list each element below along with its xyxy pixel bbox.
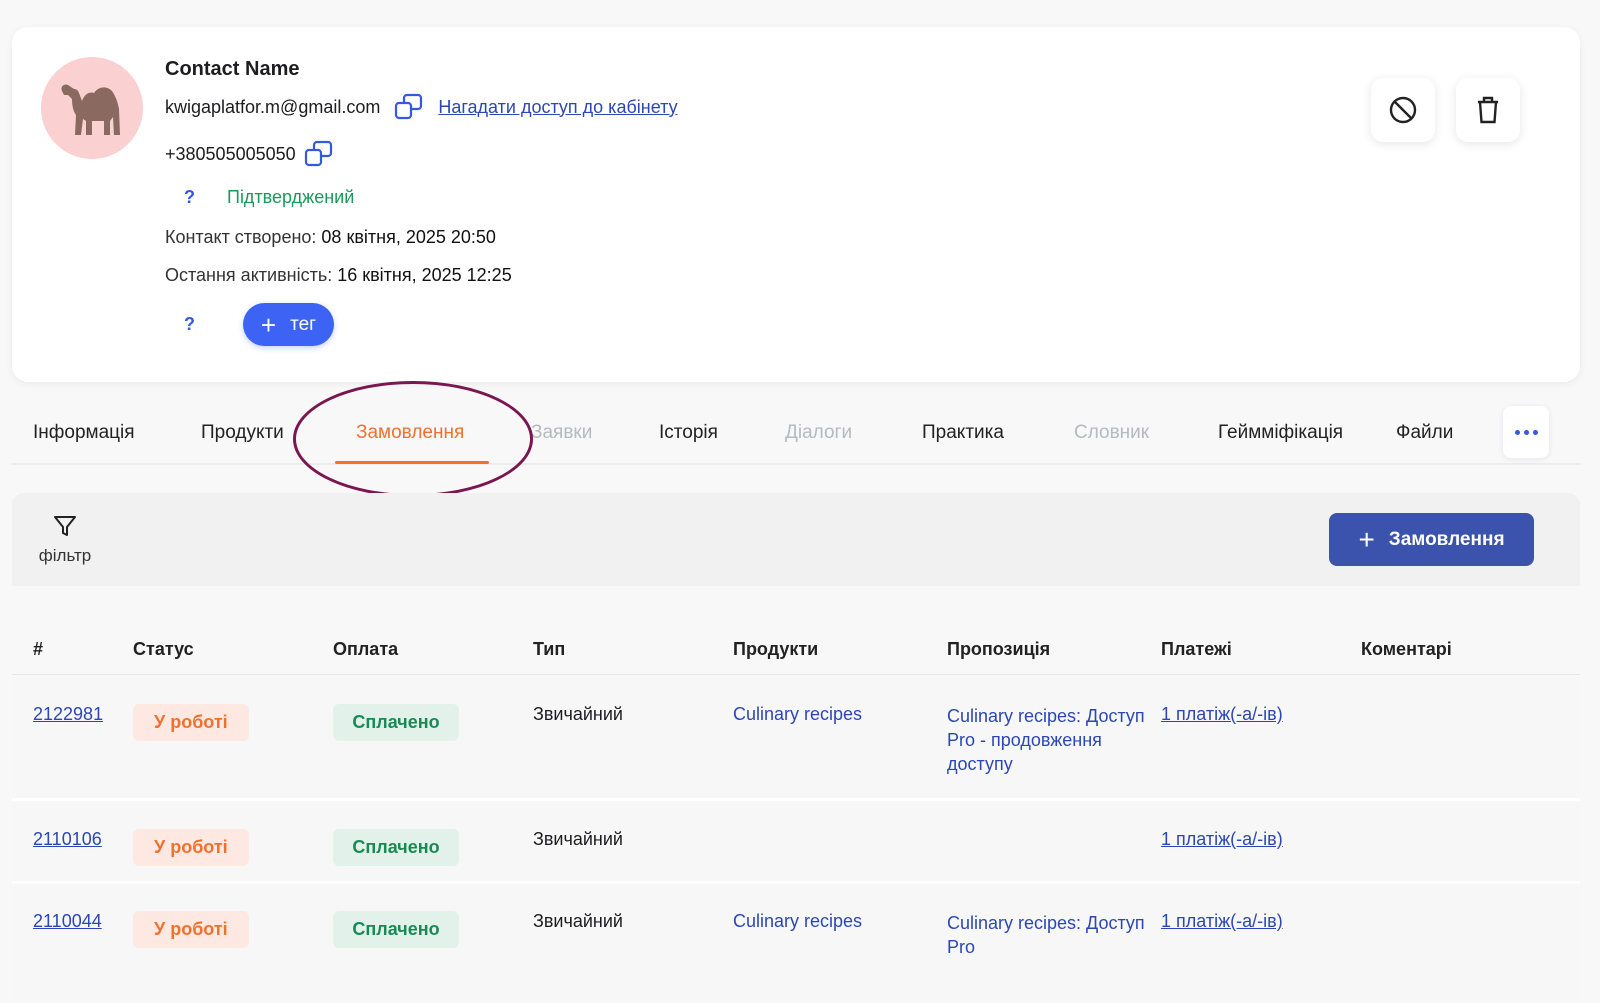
- order-offer: Culinary recipes: Доступ Pro: [947, 913, 1145, 957]
- tab-orders[interactable]: Замовлення: [356, 422, 464, 444]
- table-row: 2110044 У роботі Сплачено Звичайний Culi…: [12, 887, 1580, 1003]
- order-payments-link[interactable]: 1 платіж(-а/-ів): [1161, 704, 1283, 725]
- header-offer: Пропозиція: [947, 639, 1051, 659]
- order-type: Звичайний: [533, 704, 623, 724]
- status-badge-label: У роботі: [133, 829, 249, 866]
- order-offer: Culinary recipes: Доступ Pro - продовжен…: [947, 706, 1145, 774]
- order-product: Culinary recipes: [733, 911, 863, 931]
- avatar: [41, 57, 143, 159]
- tab-vocabulary[interactable]: Словник: [1074, 422, 1149, 444]
- copy-phone-icon[interactable]: [304, 140, 334, 168]
- tab-dialogs[interactable]: Діалоги: [785, 422, 852, 444]
- tab-practice[interactable]: Практика: [922, 422, 1004, 444]
- add-tag-label: тег: [290, 313, 317, 335]
- delete-button[interactable]: [1456, 78, 1520, 142]
- header-payments: Платежі: [1161, 639, 1232, 659]
- camel-icon: [61, 84, 120, 135]
- header-products: Продукти: [733, 639, 819, 659]
- status-badge: У роботі: [133, 911, 249, 948]
- order-id-link[interactable]: 2122981: [33, 704, 103, 725]
- contact-email: kwigaplatfor.m@gmail.com: [165, 96, 381, 117]
- contact-name: Contact Name: [165, 58, 300, 80]
- activity-label: Остання активність:: [165, 265, 333, 285]
- order-type: Звичайний: [533, 911, 623, 931]
- order-id-link[interactable]: 2110044: [33, 911, 102, 932]
- block-icon: [1389, 96, 1417, 124]
- copy-email-icon[interactable]: [394, 93, 424, 121]
- tab-gamification[interactable]: Геймміфікація: [1218, 422, 1343, 444]
- status-badge-label: У роботі: [133, 911, 249, 948]
- created-value: 08 квітня, 2025 20:50: [321, 227, 496, 247]
- filter-icon: [54, 516, 76, 536]
- filter-label: фільтр: [38, 546, 92, 565]
- tag-row: ? + тег: [184, 303, 334, 346]
- payment-badge: Сплачено: [333, 704, 459, 741]
- table-row: 2110106 У роботі Сплачено Звичайний 1 пл…: [12, 804, 1580, 884]
- tab-products[interactable]: Продукти: [201, 422, 284, 444]
- tab-applications[interactable]: Заявки: [531, 422, 592, 444]
- created-info: Контакт створено: 08 квітня, 2025 20:50: [165, 227, 496, 248]
- plus-icon: +: [1358, 523, 1375, 555]
- table-row: 2122981 У роботі Сплачено Звичайний Culi…: [12, 676, 1580, 801]
- header-payment: Оплата: [333, 639, 399, 659]
- add-tag-button[interactable]: + тег: [243, 303, 334, 346]
- status-badge-label: У роботі: [133, 704, 249, 741]
- activity-value: 16 квітня, 2025 12:25: [337, 265, 512, 285]
- plus-icon: +: [260, 309, 277, 340]
- order-product: Culinary recipes: [733, 704, 863, 724]
- add-order-button[interactable]: + Замовлення: [1329, 513, 1534, 566]
- tag-help-icon[interactable]: ?: [184, 314, 195, 335]
- status-badge: У роботі: [133, 829, 249, 866]
- header-status: Статус: [133, 639, 194, 659]
- email-row: kwigaplatfor.m@gmail.com Нагадати доступ…: [165, 93, 678, 121]
- orders-table-header: # Статус Оплата Тип Продукти Пропозиція …: [12, 625, 1580, 675]
- active-tab-indicator: [335, 461, 489, 464]
- add-order-label: Замовлення: [1388, 528, 1505, 550]
- block-button[interactable]: [1371, 78, 1435, 142]
- contact-phone: +380505005050: [165, 143, 296, 164]
- activity-info: Остання активність: 16 квітня, 2025 12:2…: [165, 265, 512, 286]
- header-comments: Коментарі: [1361, 639, 1452, 659]
- header-number: #: [33, 639, 44, 659]
- contact-card: Contact Name kwigaplatfor.m@gmail.com На…: [12, 27, 1580, 382]
- orders-toolbar: фільтр + Замовлення: [12, 493, 1580, 586]
- order-payments-link[interactable]: 1 платіж(-а/-ів): [1161, 829, 1283, 850]
- header-type: Тип: [533, 639, 566, 659]
- remind-access-link[interactable]: Нагадати доступ до кабінету: [438, 97, 677, 118]
- order-payments-link[interactable]: 1 платіж(-а/-ів): [1161, 911, 1283, 932]
- order-id-link[interactable]: 2110106: [33, 829, 102, 850]
- trash-icon: [1478, 96, 1498, 124]
- phone-row: +380505005050: [165, 140, 334, 168]
- payment-badge: Сплачено: [333, 829, 459, 866]
- contact-status: Підтверджений: [227, 187, 355, 207]
- tab-files[interactable]: Файли: [1396, 422, 1453, 444]
- payment-badge-label: Сплачено: [333, 704, 459, 741]
- created-label: Контакт створено:: [165, 227, 317, 247]
- status-row: ? Підтверджений: [184, 187, 354, 208]
- status-help-icon[interactable]: ?: [184, 187, 195, 208]
- status-badge: У роботі: [133, 704, 249, 741]
- tab-information[interactable]: Інформація: [33, 422, 135, 444]
- payment-badge: Сплачено: [333, 911, 459, 948]
- filter-button[interactable]: фільтр: [37, 513, 93, 566]
- payment-badge-label: Сплачено: [333, 911, 459, 948]
- order-type: Звичайний: [533, 829, 623, 849]
- tab-bar: Інформація Продукти Замовлення Заявки Іс…: [12, 400, 1580, 465]
- payment-badge-label: Сплачено: [333, 829, 459, 866]
- tab-history[interactable]: Історія: [659, 422, 718, 444]
- more-tabs-button[interactable]: [1503, 406, 1549, 458]
